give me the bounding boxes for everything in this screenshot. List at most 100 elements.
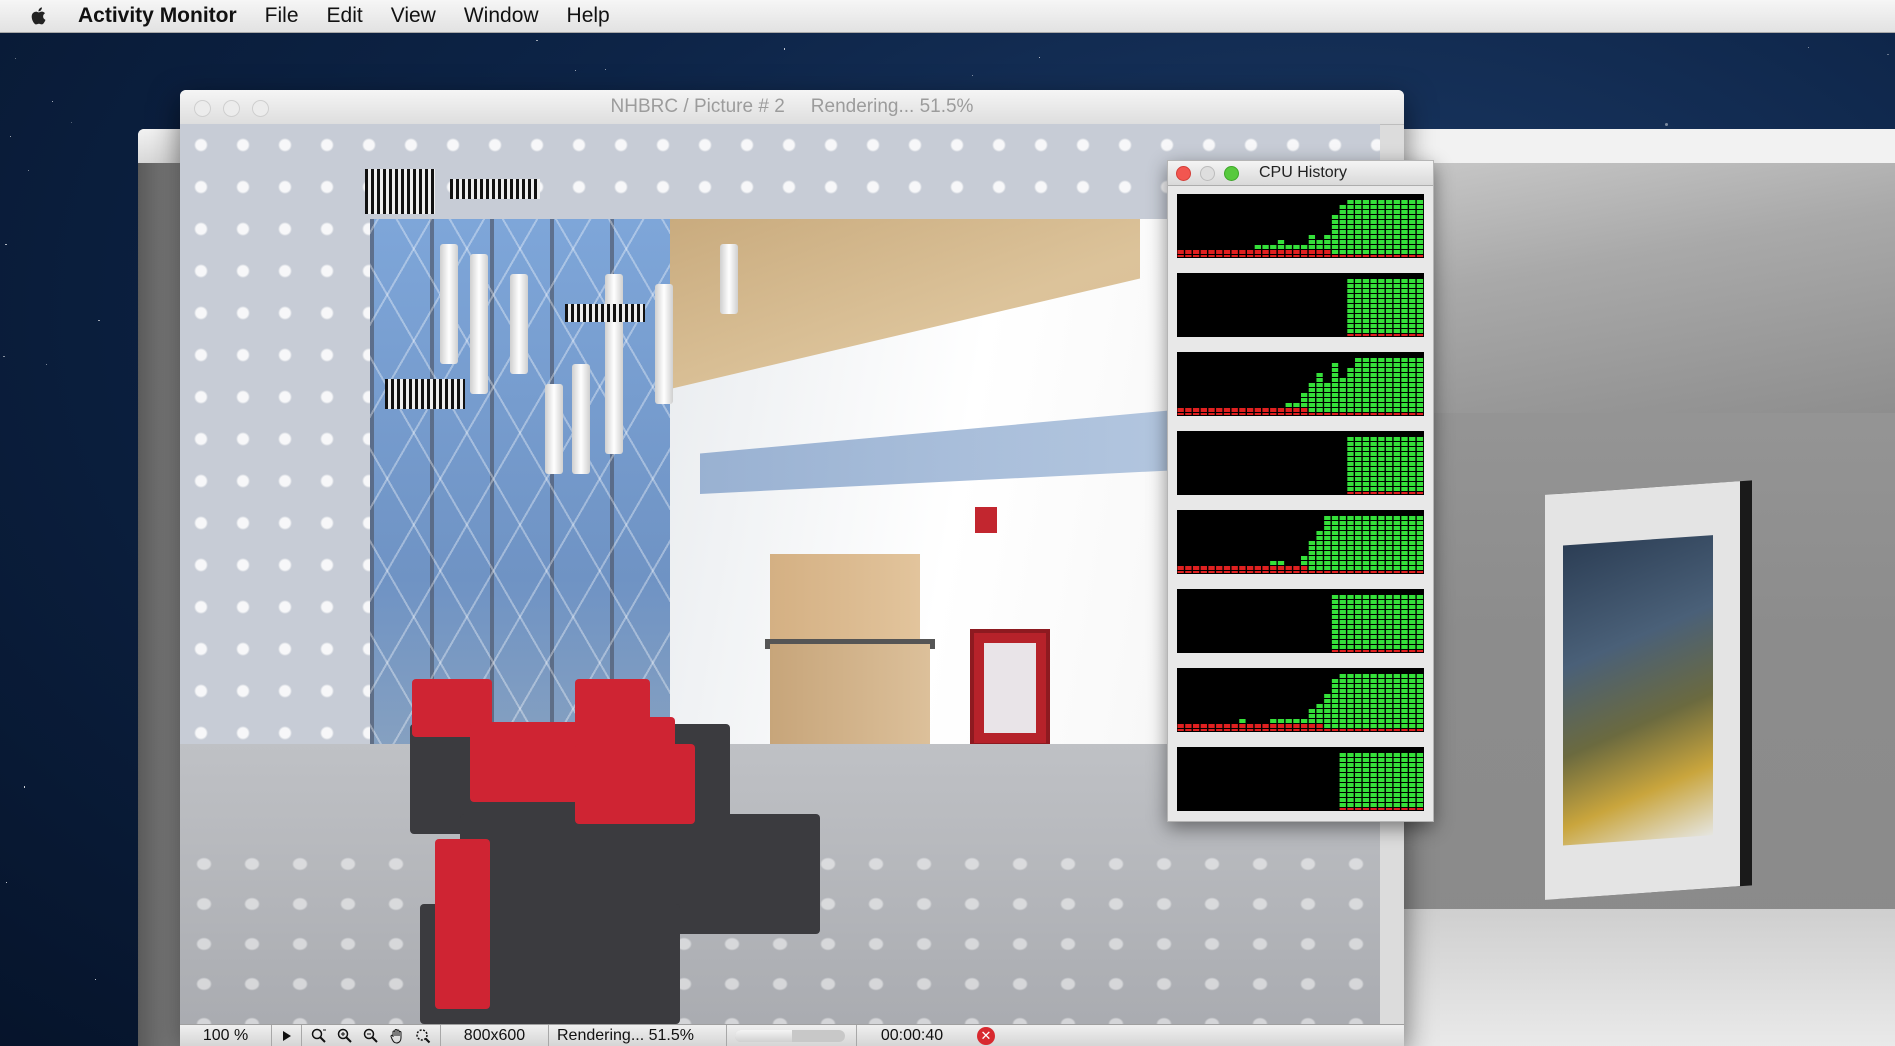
close-button[interactable] <box>194 100 211 117</box>
cpu-bar-cell <box>1339 403 1346 407</box>
cpu-bar-cell <box>1409 358 1416 362</box>
cpu-system-cell <box>1347 729 1354 731</box>
cpu-bar-cell <box>1370 719 1377 723</box>
cpu-bar-cell <box>1355 205 1362 209</box>
cpu-bar-cell <box>1416 398 1424 402</box>
cpu-bar-cell <box>1393 788 1400 792</box>
cpu-bar-cell <box>1324 536 1331 540</box>
cpu-bar-cell <box>1401 472 1408 476</box>
cpu-bar-cell <box>1409 546 1416 550</box>
cpu-bar-cell <box>1246 724 1254 728</box>
cpu-bar-cell <box>1393 299 1400 303</box>
cpu-bar-cell <box>1416 531 1424 535</box>
cpu-bar-cell <box>1416 595 1424 599</box>
menu-view[interactable]: View <box>391 4 436 28</box>
cpu-system-cell <box>1416 571 1424 573</box>
cpu-bar-cell <box>1324 541 1331 545</box>
cpu-bar-cell <box>1393 373 1400 377</box>
cpu-bar-cell <box>1339 210 1346 214</box>
cpu-bar-cell <box>1347 798 1354 802</box>
menu-window[interactable]: Window <box>464 4 539 28</box>
cpu-bar-cell <box>1370 472 1377 476</box>
cpu-bar-cell <box>1370 709 1377 713</box>
cpu-bar-cell <box>1347 689 1354 693</box>
cpu-bar-cell <box>1416 442 1424 446</box>
cpu-bar-cell <box>1339 215 1346 219</box>
cpu-bar-cell <box>1331 225 1339 229</box>
cpu-bar-cell <box>1385 635 1393 639</box>
cpu-system-cell <box>1378 255 1385 257</box>
cpu-bar-cell <box>1324 561 1331 565</box>
cpu-bar-cell <box>1378 215 1385 219</box>
minimize-button[interactable] <box>223 100 240 117</box>
cpu-bar-cell <box>1355 674 1362 678</box>
cpu-bar-cell <box>1347 610 1354 614</box>
cpu-bar-cell <box>1378 645 1385 649</box>
cpu-bar-cell <box>1393 245 1400 249</box>
cpu-bar-cell <box>1347 447 1354 451</box>
cpu-bar-cell <box>1339 615 1346 619</box>
cpu-bar-cell <box>1347 245 1354 249</box>
close-button[interactable] <box>1176 166 1191 181</box>
cpu-bar-cell <box>1393 689 1400 693</box>
cpu-bar-cell <box>1385 778 1393 782</box>
zoom-button[interactable] <box>1224 166 1239 181</box>
cpu-bar-cell <box>1378 363 1385 367</box>
cpu-bar-cell <box>1378 704 1385 708</box>
cpu-bar-cell <box>1355 679 1362 683</box>
zoom-out-icon[interactable] <box>363 1028 379 1044</box>
cpu-system-cell <box>1324 571 1331 573</box>
cpu-bar-cell <box>1401 689 1408 693</box>
cpu-bar-cell <box>1416 205 1424 209</box>
cpu-bar-cell <box>1370 250 1377 254</box>
cpu-bar-cell <box>1378 768 1385 772</box>
cpu-bar-cell <box>1393 526 1400 530</box>
cpu-bar-cell <box>1409 472 1416 476</box>
cpu-bar-cell <box>1385 556 1393 560</box>
cpu-system-cell <box>1246 729 1254 731</box>
zoom-button[interactable] <box>252 100 269 117</box>
cpu-bar-cell <box>1385 220 1393 224</box>
cpu-history-titlebar[interactable]: CPU History <box>1168 161 1433 186</box>
cpu-bar-cell <box>1347 521 1354 525</box>
cpu-bar-cell <box>1339 408 1346 412</box>
cpu-bar-cell <box>1378 294 1385 298</box>
render-window-titlebar[interactable]: NHBRC / Picture # 2 Rendering... 51.5% <box>180 90 1404 125</box>
cpu-system-cell <box>1409 492 1416 494</box>
cpu-bar-cell <box>1409 467 1416 471</box>
cpu-bar-cell <box>1331 620 1339 624</box>
cpu-bar-cell <box>1324 250 1331 254</box>
cpu-bar-cell <box>1416 225 1424 229</box>
cpu-bar-cell <box>1308 714 1316 718</box>
cpu-bar-cell <box>1378 541 1385 545</box>
minimize-button[interactable] <box>1200 166 1215 181</box>
cpu-bar-cell <box>1347 314 1354 318</box>
zoom-level[interactable]: 100 % <box>180 1025 272 1046</box>
play-button[interactable] <box>272 1025 302 1046</box>
cpu-bar-cell <box>1355 200 1362 204</box>
cpu-bar-cell <box>1324 526 1331 530</box>
cpu-bar-cell <box>1393 388 1400 392</box>
zoom-in-icon[interactable] <box>337 1028 353 1044</box>
menu-edit[interactable]: Edit <box>327 4 363 28</box>
cpu-bar-cell <box>1362 235 1370 239</box>
cpu-system-cell <box>1385 571 1393 573</box>
stop-icon[interactable]: ✕ <box>977 1027 995 1045</box>
cpu-bar-cell <box>1378 388 1385 392</box>
cpu-bar-cell <box>1347 205 1354 209</box>
cpu-bar-cell <box>1355 714 1362 718</box>
cpu-bar-cell <box>1355 521 1362 525</box>
apple-icon[interactable] <box>28 5 50 27</box>
zoom-region-icon[interactable] <box>415 1028 431 1044</box>
menu-file[interactable]: File <box>265 4 299 28</box>
zoom-fit-icon[interactable] <box>311 1028 327 1044</box>
cpu-bar-cell <box>1192 408 1200 412</box>
menu-help[interactable]: Help <box>567 4 610 28</box>
cpu-bar-cell <box>1370 536 1377 540</box>
menu-app-name[interactable]: Activity Monitor <box>78 4 237 28</box>
pan-hand-icon[interactable] <box>389 1028 405 1044</box>
cpu-history-window[interactable]: CPU History <box>1167 160 1434 822</box>
cpu-bar-cell <box>1385 704 1393 708</box>
cpu-bar-cell <box>1393 329 1400 333</box>
cpu-system-cell <box>1393 571 1400 573</box>
